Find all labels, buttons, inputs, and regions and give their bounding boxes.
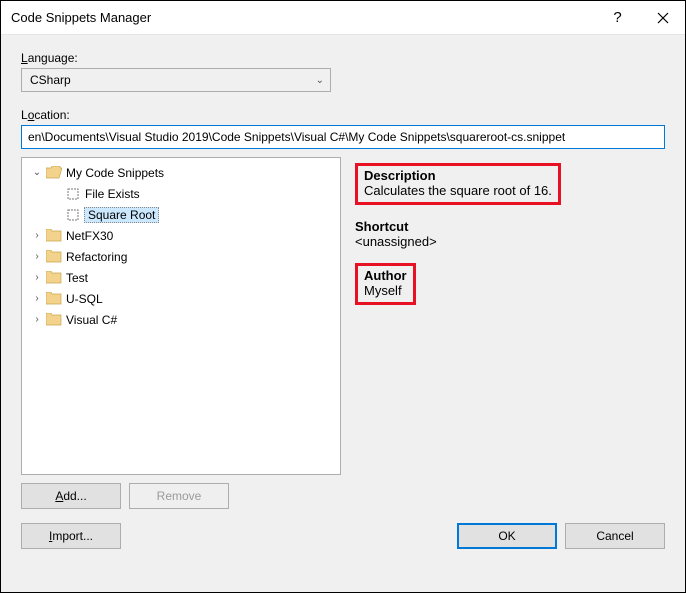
close-button[interactable] bbox=[640, 1, 685, 34]
import-button[interactable]: Import... bbox=[21, 523, 121, 549]
description-block: Description Calculates the square root o… bbox=[355, 163, 659, 205]
titlebar: Code Snippets Manager ? bbox=[1, 1, 685, 35]
author-block: Author Myself bbox=[355, 263, 659, 305]
tree-label: Refactoring bbox=[66, 250, 127, 264]
dialog-body: Language: CSharp ⌄ Location: en\Document… bbox=[1, 35, 685, 592]
tree-label: NetFX30 bbox=[66, 229, 113, 243]
folder-icon bbox=[46, 250, 62, 263]
description-label: Description bbox=[364, 168, 552, 183]
main-area: ⌄ My Code Snippets File Exists bbox=[21, 157, 665, 475]
description-highlight: Description Calculates the square root o… bbox=[355, 163, 561, 205]
location-label: Location: bbox=[21, 108, 665, 122]
cancel-button[interactable]: Cancel bbox=[565, 523, 665, 549]
tree-buttons: Add... Remove bbox=[21, 483, 665, 509]
snippet-icon bbox=[66, 187, 80, 201]
dialog-window: Code Snippets Manager ? Language: CSharp… bbox=[0, 0, 686, 593]
window-title: Code Snippets Manager bbox=[11, 10, 595, 25]
folder-open-icon bbox=[46, 166, 62, 179]
tree-label-selected: Square Root bbox=[84, 207, 159, 223]
tree-folder-usql[interactable]: › U-SQL bbox=[22, 288, 340, 309]
folder-icon bbox=[46, 313, 62, 326]
tree-folder-my-snippets[interactable]: ⌄ My Code Snippets bbox=[22, 162, 340, 183]
window-controls: ? bbox=[595, 1, 685, 34]
bottom-buttons: Import... OK Cancel bbox=[21, 523, 665, 549]
collapse-icon[interactable]: › bbox=[30, 293, 44, 304]
tree-label: My Code Snippets bbox=[66, 166, 164, 180]
author-highlight: Author Myself bbox=[355, 263, 416, 305]
tree-label: Test bbox=[66, 271, 88, 285]
collapse-icon[interactable]: › bbox=[30, 230, 44, 241]
tree-folder-netfx30[interactable]: › NetFX30 bbox=[22, 225, 340, 246]
tree-panel[interactable]: ⌄ My Code Snippets File Exists bbox=[21, 157, 341, 475]
remove-button: Remove bbox=[129, 483, 229, 509]
folder-icon bbox=[46, 271, 62, 284]
info-panel: Description Calculates the square root o… bbox=[341, 157, 665, 475]
collapse-icon[interactable]: › bbox=[30, 272, 44, 283]
add-button[interactable]: Add... bbox=[21, 483, 121, 509]
language-label: Language: bbox=[21, 51, 665, 65]
shortcut-value: <unassigned> bbox=[355, 234, 659, 249]
language-select[interactable]: CSharp ⌄ bbox=[21, 68, 331, 92]
close-icon bbox=[657, 12, 669, 24]
tree-folder-vcsharp[interactable]: › Visual C# bbox=[22, 309, 340, 330]
tree-label: Visual C# bbox=[66, 313, 117, 327]
tree-label: File Exists bbox=[85, 187, 140, 201]
shortcut-block: Shortcut <unassigned> bbox=[355, 219, 659, 249]
tree-folder-test[interactable]: › Test bbox=[22, 267, 340, 288]
location-input[interactable]: en\Documents\Visual Studio 2019\Code Sni… bbox=[21, 125, 665, 149]
author-value: Myself bbox=[364, 283, 407, 298]
ok-button[interactable]: OK bbox=[457, 523, 557, 549]
tree-item-square-root[interactable]: Square Root bbox=[22, 204, 340, 225]
folder-icon bbox=[46, 292, 62, 305]
shortcut-label: Shortcut bbox=[355, 219, 659, 234]
help-button[interactable]: ? bbox=[595, 1, 640, 34]
tree-label: U-SQL bbox=[66, 292, 103, 306]
collapse-icon[interactable]: › bbox=[30, 251, 44, 262]
location-value: en\Documents\Visual Studio 2019\Code Sni… bbox=[28, 130, 565, 144]
author-label: Author bbox=[364, 268, 407, 283]
language-value: CSharp bbox=[30, 73, 71, 87]
collapse-icon[interactable]: › bbox=[30, 314, 44, 325]
snippet-icon bbox=[66, 208, 80, 222]
expand-icon[interactable]: ⌄ bbox=[30, 167, 44, 178]
tree-item-file-exists[interactable]: File Exists bbox=[22, 183, 340, 204]
chevron-down-icon: ⌄ bbox=[316, 75, 324, 86]
folder-icon bbox=[46, 229, 62, 242]
description-value: Calculates the square root of 16. bbox=[364, 183, 552, 198]
tree-folder-refactoring[interactable]: › Refactoring bbox=[22, 246, 340, 267]
